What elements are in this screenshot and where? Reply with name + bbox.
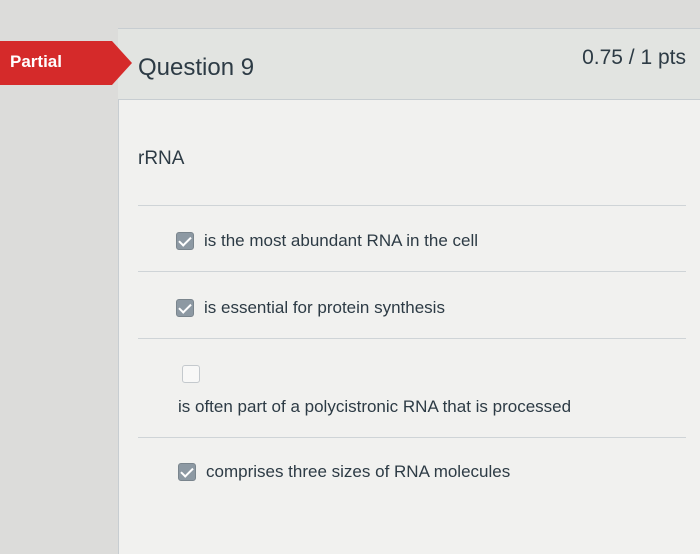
- checkbox-checked-icon[interactable]: [176, 299, 194, 317]
- checkbox-unchecked-icon[interactable]: [182, 365, 200, 383]
- checkmark-icon: [178, 299, 192, 314]
- checkbox-checked-icon[interactable]: [178, 463, 196, 481]
- divider-answer-2: [138, 338, 686, 339]
- divider-answer-3: [138, 437, 686, 438]
- answer-option-2-text: is essential for protein synthesis: [204, 298, 445, 317]
- answer-option-1-text: is the most abundant RNA in the cell: [204, 231, 479, 250]
- answer-option-3-text[interactable]: is often part of a polycistronic RNA tha…: [178, 397, 571, 417]
- answer-option-4[interactable]: comprises three sizes of RNA molecules: [178, 462, 510, 482]
- answer-option-4-text: comprises three sizes of RNA molecules: [206, 462, 511, 481]
- question-title: Question 9: [138, 54, 255, 81]
- answer-option-2[interactable]: is essential for protein synthesis: [176, 298, 445, 318]
- question-prompt: rRNA: [138, 148, 185, 169]
- checkmark-icon: [178, 232, 192, 247]
- checkmark-icon: [180, 463, 194, 478]
- answer-option-1[interactable]: is the most abundant RNA in the cell: [176, 231, 478, 251]
- partial-badge-label: Partial: [10, 52, 62, 71]
- points-score: 0.75 / 1 pts: [582, 46, 686, 69]
- checkbox-checked-icon[interactable]: [176, 232, 194, 250]
- divider-answer-1: [138, 271, 686, 272]
- partial-badge: Partial: [0, 41, 132, 85]
- divider-prompt: [138, 205, 686, 206]
